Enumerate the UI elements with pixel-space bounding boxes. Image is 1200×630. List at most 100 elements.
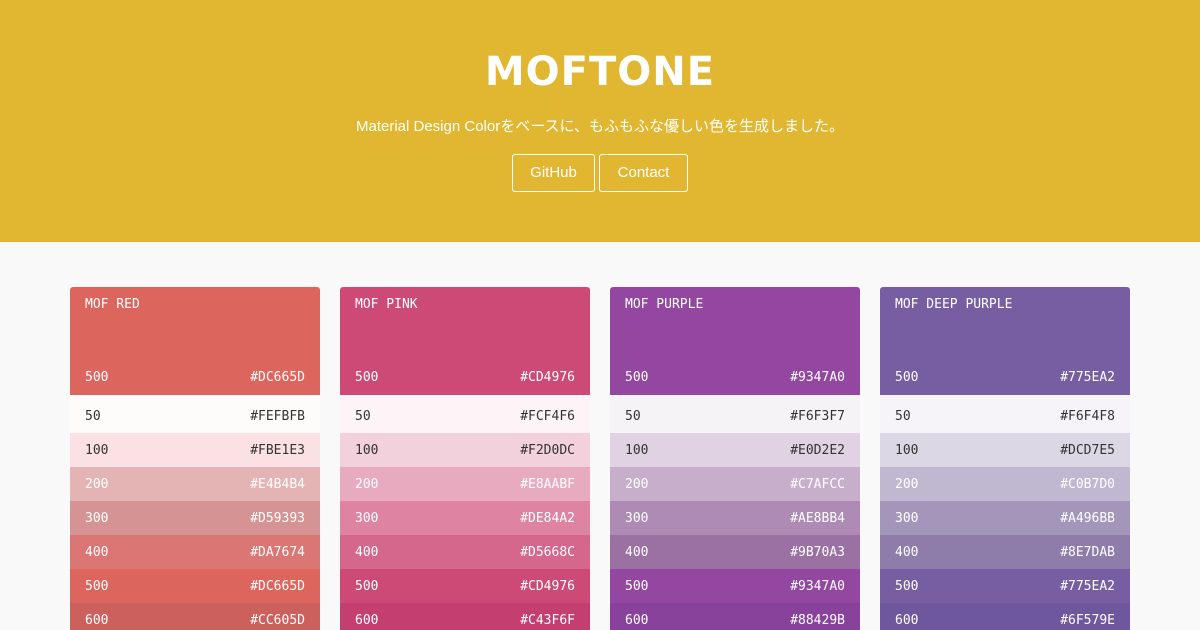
swatch-row-400[interactable]: 400 #DA7674	[70, 535, 320, 569]
swatch-row-100[interactable]: 100 #DCD7E5	[880, 433, 1130, 467]
swatch-row-200[interactable]: 200 #C0B7D0	[880, 467, 1130, 501]
palette-name: MOF PURPLE	[625, 297, 704, 312]
swatch-row-100[interactable]: 100 #FBE1E3	[70, 433, 320, 467]
swatch-level: 50	[625, 408, 641, 424]
swatch-hex: #9B70A3	[790, 544, 845, 560]
swatch-hex: #9347A0	[790, 578, 845, 594]
swatch-level: 300	[895, 510, 919, 526]
swatch-level: 600	[355, 612, 379, 628]
swatch-hex: #C43F6F	[520, 612, 575, 628]
swatch-hex: #DCD7E5	[1060, 442, 1115, 458]
swatch-row-600[interactable]: 600 #88429B	[610, 603, 860, 630]
swatch-level: 200	[85, 476, 109, 492]
primary-hex: #775EA2	[1060, 370, 1115, 385]
swatch-hex: #CC605D	[250, 612, 305, 628]
swatch-row-600[interactable]: 600 #CC605D	[70, 603, 320, 630]
swatch-level: 400	[895, 544, 919, 560]
swatch-row-50[interactable]: 50 #F6F3F7	[610, 395, 860, 433]
swatch-row-400[interactable]: 400 #8E7DAB	[880, 535, 1130, 569]
swatch-row-100[interactable]: 100 #F2D0DC	[340, 433, 590, 467]
swatch-row-600[interactable]: 600 #6F579E	[880, 603, 1130, 630]
swatch-level: 50	[85, 408, 101, 424]
swatch-hex: #DA7674	[250, 544, 305, 560]
swatch-hex: #D5668C	[520, 544, 575, 560]
palette-header[interactable]: MOF PINK 500 #CD4976	[340, 287, 590, 395]
palette-card-mof-pink: MOF PINK 500 #CD4976 50 #FCF4F6 100 #F2D0DC…	[340, 287, 590, 630]
swatch-row-500[interactable]: 500 #775EA2	[880, 569, 1130, 603]
palette-header[interactable]: MOF DEEP PURPLE 500 #775EA2	[880, 287, 1130, 395]
primary-level: 500	[85, 370, 109, 385]
swatch-row-50[interactable]: 50 #F6F4F8	[880, 395, 1130, 433]
site-subtitle: Material Design Colorをベースに、もふもふな優しい色を生成し…	[355, 118, 845, 135]
swatch-hex: #C7AFCC	[790, 476, 845, 492]
contact-button[interactable]: Contact	[599, 154, 688, 192]
palette-card-mof-red: MOF RED 500 #DC665D 50 #FEFBFB 100 #FBE1E3 2…	[70, 287, 320, 630]
swatch-list: 50 #FCF4F6 100 #F2D0DC 200 #E8AABF 300 #DE84A2 4…	[340, 395, 590, 630]
swatch-row-200[interactable]: 200 #C7AFCC	[610, 467, 860, 501]
swatch-row-100[interactable]: 100 #E0D2E2	[610, 433, 860, 467]
palette-name: MOF PINK	[355, 297, 418, 312]
github-button[interactable]: GitHub	[512, 154, 595, 192]
swatch-row-200[interactable]: 200 #E4B4B4	[70, 467, 320, 501]
swatch-row-300[interactable]: 300 #A496BB	[880, 501, 1130, 535]
swatch-level: 100	[625, 442, 649, 458]
swatch-hex: #F6F3F7	[790, 408, 845, 424]
swatch-row-400[interactable]: 400 #D5668C	[340, 535, 590, 569]
swatch-row-300[interactable]: 300 #D59393	[70, 501, 320, 535]
swatch-hex: #AE8BB4	[790, 510, 845, 526]
palette-header[interactable]: MOF PURPLE 500 #9347A0	[610, 287, 860, 395]
swatch-hex: #CD4976	[520, 578, 575, 594]
swatch-level: 200	[895, 476, 919, 492]
swatch-level: 600	[625, 612, 649, 628]
swatch-hex: #8E7DAB	[1060, 544, 1115, 560]
primary-hex: #CD4976	[520, 370, 575, 385]
primary-level: 500	[355, 370, 379, 385]
swatch-level: 50	[895, 408, 911, 424]
palette-list: MOF RED 500 #DC665D 50 #FEFBFB 100 #FBE1E3 2…	[70, 287, 1130, 630]
swatch-row-500[interactable]: 500 #9347A0	[610, 569, 860, 603]
palette-card-mof-deep-purple: MOF DEEP PURPLE 500 #775EA2 50 #F6F4F8 100…	[880, 287, 1130, 630]
primary-level: 500	[895, 370, 919, 385]
swatch-row-600[interactable]: 600 #C43F6F	[340, 603, 590, 630]
swatch-level: 300	[355, 510, 379, 526]
swatch-level: 400	[625, 544, 649, 560]
swatch-level: 400	[85, 544, 109, 560]
swatch-level: 200	[355, 476, 379, 492]
swatch-level: 100	[355, 442, 379, 458]
swatch-hex: #88429B	[790, 612, 845, 628]
palette-name: MOF DEEP PURPLE	[895, 297, 1013, 312]
swatch-hex: #775EA2	[1060, 578, 1115, 594]
swatch-list: 50 #F6F4F8 100 #DCD7E5 200 #C0B7D0 300 #A496BB 4…	[880, 395, 1130, 630]
swatch-hex: #E4B4B4	[250, 476, 305, 492]
hero-banner: MOFTONE Material Design Colorをベースに、もふもふな…	[0, 0, 1200, 242]
palette-name: MOF RED	[85, 297, 140, 312]
swatch-row-500[interactable]: 500 #CD4976	[340, 569, 590, 603]
swatch-hex: #DE84A2	[520, 510, 575, 526]
swatch-row-300[interactable]: 300 #DE84A2	[340, 501, 590, 535]
swatch-level: 200	[625, 476, 649, 492]
swatch-hex: #FEFBFB	[250, 408, 305, 424]
swatch-list: 50 #F6F3F7 100 #E0D2E2 200 #C7AFCC 300 #AE8BB4 4…	[610, 395, 860, 630]
swatch-hex: #F2D0DC	[520, 442, 575, 458]
swatch-hex: #E0D2E2	[790, 442, 845, 458]
swatch-row-300[interactable]: 300 #AE8BB4	[610, 501, 860, 535]
swatch-level: 50	[355, 408, 371, 424]
swatch-hex: #6F579E	[1060, 612, 1115, 628]
swatch-level: 300	[85, 510, 109, 526]
swatch-level: 500	[355, 578, 379, 594]
swatch-level: 500	[625, 578, 649, 594]
swatch-row-500[interactable]: 500 #DC665D	[70, 569, 320, 603]
swatch-hex: #D59393	[250, 510, 305, 526]
swatch-level: 100	[85, 442, 109, 458]
swatch-level: 600	[895, 612, 919, 628]
swatch-level: 500	[85, 578, 109, 594]
swatch-row-50[interactable]: 50 #FEFBFB	[70, 395, 320, 433]
swatch-row-200[interactable]: 200 #E8AABF	[340, 467, 590, 501]
swatch-list: 50 #FEFBFB 100 #FBE1E3 200 #E4B4B4 300 #D59393 4…	[70, 395, 320, 630]
swatch-row-50[interactable]: 50 #FCF4F6	[340, 395, 590, 433]
swatch-level: 100	[895, 442, 919, 458]
palette-header[interactable]: MOF RED 500 #DC665D	[70, 287, 320, 395]
swatch-row-400[interactable]: 400 #9B70A3	[610, 535, 860, 569]
primary-hex: #DC665D	[250, 370, 305, 385]
swatch-hex: #FCF4F6	[520, 408, 575, 424]
